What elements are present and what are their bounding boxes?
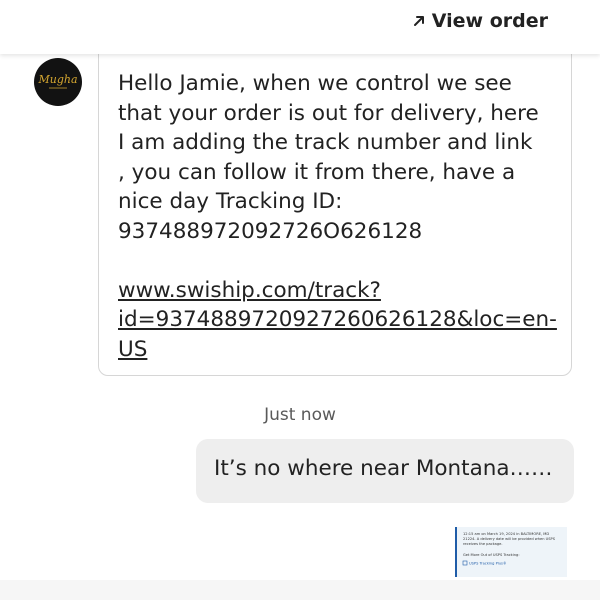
view-order-label: View order <box>431 10 548 32</box>
tracking-id: 937488972092726O626128 <box>118 218 423 244</box>
outgoing-message-text: It’s no where near Montana…… <box>214 456 553 481</box>
svg-text:21224. A delivery date will be: 21224. A delivery date will be provided … <box>463 537 556 541</box>
outgoing-message-bubble: It’s no where near Montana…… <box>196 439 574 503</box>
image-attachment-thumbnail[interactable]: 12:15 am on March 19, 2024 in BALTIMORE,… <box>455 527 567 577</box>
tracking-link-line: id=93748897209272606261​28&loc=en- <box>118 307 557 332</box>
conversation-header: View order <box>0 0 600 54</box>
svg-text:Get More Out of USPS Tracking:: Get More Out of USPS Tracking: <box>463 553 520 557</box>
tracking-link-line: www.swiship.com/track? <box>118 277 381 303</box>
view-order-link[interactable]: View order <box>412 10 548 32</box>
arrow-up-right-icon <box>413 16 424 26</box>
svg-text:USPS Tracking Plus®: USPS Tracking Plus® <box>469 562 507 566</box>
attachment-preview: 12:15 am on March 19, 2024 in BALTIMORE,… <box>462 532 556 566</box>
svg-text:Mugha: Mugha <box>37 73 77 86</box>
message-line: Hello Jamie, when we control we see <box>118 71 512 96</box>
message-timestamp: Just now <box>264 405 336 425</box>
message-line: nice day Tracking ID: <box>118 189 343 214</box>
composer-edge <box>0 580 600 600</box>
message-line: that your order is out for delivery, her… <box>118 100 539 126</box>
incoming-message-text: Hello Jamie, when we control we see that… <box>118 69 557 365</box>
seller-logo: Mugha <box>37 73 78 89</box>
conversation-view: View order Mugha Hello Jamie, when we co… <box>0 0 600 600</box>
tracking-link[interactable]: www.swiship.com/track? id=93748897209272… <box>118 276 557 365</box>
incoming-message-bubble: Hello Jamie, when we control we see that… <box>98 40 572 376</box>
tracking-link-line: US <box>118 336 148 362</box>
svg-text:receives the package.: receives the package. <box>463 542 503 546</box>
message-line: I am adding the track number and link <box>118 130 533 155</box>
seller-avatar[interactable]: Mugha <box>34 58 82 106</box>
svg-text:12:15 am on March 19, 2024 in: 12:15 am on March 19, 2024 in BALTIMORE,… <box>463 532 549 536</box>
message-line: , you can follow it from there, have a <box>118 159 516 185</box>
